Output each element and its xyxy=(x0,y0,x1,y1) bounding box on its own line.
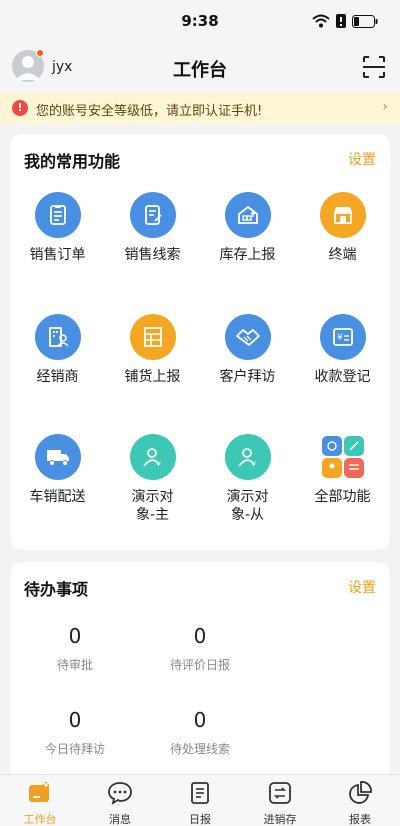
system-icons xyxy=(312,14,378,28)
func-label: 演示对象-主 xyxy=(131,489,174,523)
todo-label: 待评价日报 xyxy=(169,658,230,672)
alert-icon xyxy=(336,14,346,28)
todo-count: 0 xyxy=(68,708,82,732)
clipboard-icon xyxy=(34,192,81,238)
tab-label: 工作台 xyxy=(23,813,57,826)
func-item-distribution-report[interactable]: 铺货上报 xyxy=(105,314,200,386)
tab-inventory[interactable]: 进销存 xyxy=(240,775,320,826)
func-item-all-functions[interactable]: 全部功能 xyxy=(295,434,390,506)
func-item-sales-order[interactable]: 销售订单 xyxy=(10,192,105,264)
tab-daily-report[interactable]: 日报 xyxy=(160,775,240,826)
report-icon xyxy=(191,782,209,804)
page-title: 工作台 xyxy=(173,60,227,81)
func-item-sales-leads[interactable]: 销售线索 xyxy=(105,192,200,264)
func-label: 终端 xyxy=(328,247,357,263)
func-item-dealer[interactable]: 经销商 xyxy=(10,314,105,386)
func-label: 经销商 xyxy=(36,369,79,385)
todo-item-today-visits[interactable]: 0 今日待拜访 xyxy=(10,708,140,757)
func-item-payment-register[interactable]: ¥ 收款登记 xyxy=(295,314,390,386)
all-functions-icon xyxy=(320,434,366,480)
todo-count: 0 xyxy=(68,624,82,648)
func-label: 收款登记 xyxy=(314,369,371,385)
todo-item-pending-approval[interactable]: 0 待审批 xyxy=(10,624,140,673)
func-item-stock-report[interactable]: 库存上报 xyxy=(200,192,295,264)
svg-text:¥: ¥ xyxy=(251,460,256,469)
favorites-card: 我的常用功能 设置 销售订单 销售线索 库存上报 终端 经销商 铺货上报 客户拜… xyxy=(10,134,390,550)
tab-reports[interactable]: 报表 xyxy=(320,775,400,826)
todo-label: 待审批 xyxy=(56,658,93,672)
pie-chart-icon xyxy=(349,781,372,804)
func-label: 车销配送 xyxy=(29,489,86,505)
security-notice[interactable]: ! 您的账号安全等级低，请立即认证手机! › xyxy=(0,92,400,124)
func-item-van-delivery[interactable]: 车销配送 xyxy=(10,434,105,506)
shelf-icon xyxy=(129,314,176,360)
tab-label: 日报 xyxy=(189,813,211,826)
wifi-icon xyxy=(312,14,330,28)
func-item-demo-slave[interactable]: ¥ 演示对象-从 xyxy=(200,434,295,524)
svg-text:¥: ¥ xyxy=(156,460,161,469)
todo-item-pending-leads[interactable]: 0 待处理线索 xyxy=(135,708,265,757)
todo-label: 待处理线索 xyxy=(169,742,230,756)
func-label: 销售线索 xyxy=(124,247,181,263)
tab-bar: 工作台 消息 日报 进销存 报表 xyxy=(0,774,400,826)
scan-icon[interactable] xyxy=(362,55,386,79)
battery-icon xyxy=(352,14,378,28)
warehouse-icon xyxy=(224,192,271,238)
todo-count: 0 xyxy=(193,624,207,648)
tab-label: 报表 xyxy=(349,813,371,826)
handshake-icon xyxy=(224,314,271,360)
todo-settings-button[interactable]: 设置 xyxy=(348,577,376,597)
payment-icon: ¥ xyxy=(319,314,366,360)
func-label: 铺货上报 xyxy=(124,369,181,385)
todo-label: 今日待拜访 xyxy=(44,742,105,756)
favorites-title: 我的常用功能 xyxy=(24,152,121,171)
dealer-icon xyxy=(34,314,81,360)
func-label: 演示对象-从 xyxy=(226,489,269,523)
warning-icon: ! xyxy=(12,100,28,116)
todo-count: 0 xyxy=(193,708,207,732)
todo-title: 待办事项 xyxy=(24,580,89,599)
favorites-settings-button[interactable]: 设置 xyxy=(348,149,376,169)
person-money-icon: ¥ xyxy=(129,434,176,480)
svg-text:¥: ¥ xyxy=(337,333,343,343)
func-item-demo-master[interactable]: ¥ 演示对象-主 xyxy=(105,434,200,524)
status-bar: 9:38 xyxy=(0,0,400,44)
app-header: jyx 工作台 xyxy=(0,44,400,92)
document-icon xyxy=(129,192,176,238)
tab-workbench[interactable]: 工作台 xyxy=(0,775,80,826)
todo-card: 待办事项 设置 0 待审批 0 待评价日报 0 今日待拜访 0 待处理线索 xyxy=(10,562,390,792)
workbench-icon xyxy=(29,782,49,802)
message-icon xyxy=(108,782,132,805)
tab-messages[interactable]: 消息 xyxy=(80,775,160,826)
inventory-icon xyxy=(269,782,291,804)
chevron-right-icon: › xyxy=(382,99,388,115)
tab-label: 进销存 xyxy=(263,813,297,826)
func-item-terminal[interactable]: 终端 xyxy=(295,192,390,264)
truck-icon xyxy=(34,434,81,480)
func-label: 销售订单 xyxy=(29,247,86,263)
func-label: 全部功能 xyxy=(314,489,371,505)
store-icon xyxy=(319,192,366,238)
todo-item-pending-review[interactable]: 0 待评价日报 xyxy=(135,624,265,673)
func-label: 客户拜访 xyxy=(219,369,276,385)
func-item-customer-visit[interactable]: 客户拜访 xyxy=(200,314,295,386)
func-label: 库存上报 xyxy=(219,247,276,263)
tab-label: 消息 xyxy=(109,813,131,826)
person-money-icon: ¥ xyxy=(224,434,271,480)
notice-text: 您的账号安全等级低，请立即认证手机! xyxy=(36,104,263,119)
